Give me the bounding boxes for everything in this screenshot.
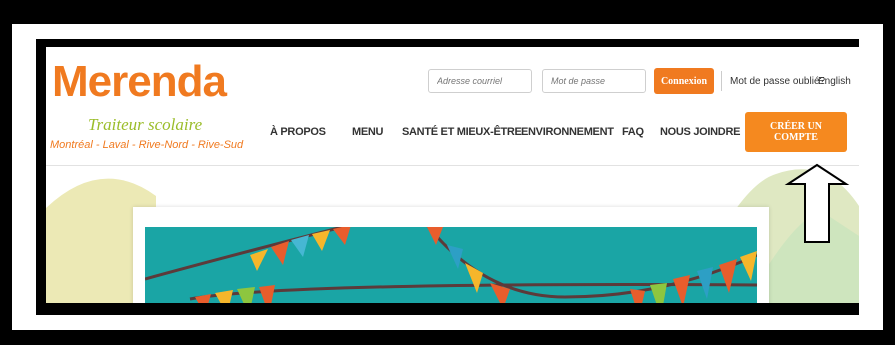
site-header: Merenda Traiteur scolaire Montréal - Lav… [46, 47, 859, 166]
forgot-password-link[interactable]: Mot de passe oublié? [730, 76, 825, 87]
website-viewport: Merenda Traiteur scolaire Montréal - Lav… [46, 47, 859, 303]
password-field[interactable] [542, 69, 646, 93]
banner-image [145, 227, 757, 303]
bunting-flags [145, 227, 757, 303]
screenshot-frame-inner: Merenda Traiteur scolaire Montréal - Lav… [36, 39, 859, 315]
header-divider [721, 71, 722, 91]
brand-tagline: Traiteur scolaire [88, 115, 203, 134]
nav-item-menu[interactable]: MENU [352, 126, 384, 138]
service-regions: Montréal - Laval - Rive-Nord - Rive-Sud [50, 139, 244, 151]
merenda-logo[interactable]: Merenda [52, 57, 227, 107]
language-switch-link[interactable]: English [818, 76, 851, 87]
create-account-button[interactable]: CRÉER UN COMPTE [745, 112, 847, 152]
nav-item-nous-joindre[interactable]: NOUS JOINDRE [660, 126, 740, 138]
nav-item-environnement[interactable]: ENVIRONNEMENT [521, 126, 614, 138]
nav-item-a-propos[interactable]: À PROPOS [270, 126, 326, 138]
nav-item-sante[interactable]: SANTÉ ET MIEUX-ÊTRE [402, 126, 522, 138]
email-field[interactable] [428, 69, 532, 93]
login-button[interactable]: Connexion [654, 68, 714, 94]
nav-item-faq[interactable]: FAQ [622, 126, 644, 138]
screenshot-frame-outer: Merenda Traiteur scolaire Montréal - Lav… [12, 24, 883, 330]
